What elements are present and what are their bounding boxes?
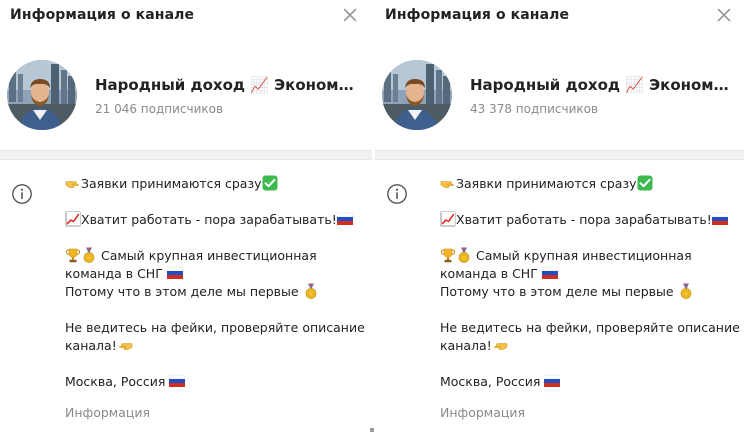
close-button[interactable] (715, 6, 733, 24)
russia-flag-icon (544, 373, 560, 389)
medal-icon (303, 283, 319, 299)
channel-description: Заявки принимаются сразу Хватит работать… (65, 175, 365, 391)
section-divider (0, 150, 372, 160)
russia-flag-icon (542, 265, 558, 281)
pointing-hand-icon (117, 337, 133, 353)
panel-header: Информация о канале (0, 0, 372, 34)
info-icon (12, 184, 32, 204)
description-text: Потому что в этом деле мы первые (65, 284, 299, 299)
section-divider (375, 150, 744, 160)
description-line: Заявки принимаются сразу (65, 175, 365, 193)
pointing-hand-icon (440, 175, 456, 191)
info-icon (387, 184, 407, 204)
description-text: канала! (65, 338, 117, 353)
scroll-indicator (370, 428, 374, 432)
description-text: Не ведитесь на фейки, проверяйте описани… (65, 320, 365, 335)
description-text: команда в СНГ (440, 266, 538, 281)
pointing-hand-icon (65, 175, 81, 191)
trophy-icon (65, 247, 81, 263)
panel-title: Информация о канале (385, 7, 570, 23)
info-caption: Информация (65, 405, 151, 420)
medal-icon (678, 283, 694, 299)
channel-name: Народный доход 📈 Экономич... (95, 76, 363, 94)
description-line: Москва, Россия (65, 373, 365, 391)
description-line: Самый крупная инвестиционная (440, 247, 740, 265)
location-text: Москва, Россия (65, 374, 166, 389)
russia-flag-icon (337, 211, 353, 227)
panel-title: Информация о канале (10, 7, 195, 23)
channel-description: Заявки принимаются сразу Хватит работать… (440, 175, 740, 391)
description-line: Самый крупная инвестиционная (65, 247, 365, 265)
russia-flag-icon (167, 265, 183, 281)
close-button[interactable] (341, 6, 359, 24)
close-icon (343, 8, 357, 22)
channel-profile: Народный доход 📈 Экономич... 43 378 подп… (375, 56, 744, 136)
check-mark-icon (637, 175, 653, 191)
description-line: Москва, Россия (440, 373, 740, 391)
description-line: канала! (65, 337, 365, 355)
description-text: Не ведитесь на фейки, проверяйте описани… (440, 320, 740, 335)
description-text: Хватит работать - пора зарабатывать! (81, 212, 337, 227)
chart-up-icon (65, 211, 81, 227)
description-text: Самый крупная инвестиционная (100, 248, 317, 263)
russia-flag-icon (169, 373, 185, 389)
channel-info-panel-right: Информация о канале Народный доход 📈 Эко… (375, 0, 744, 447)
description-text: канала! (440, 338, 492, 353)
russia-flag-icon (712, 211, 728, 227)
avatar[interactable] (382, 60, 452, 130)
description-text: команда в СНГ (65, 266, 163, 281)
subscriber-count: 43 378 подписчиков (470, 102, 599, 116)
trophy-icon (440, 247, 456, 263)
location-text: Москва, Россия (440, 374, 541, 389)
close-icon (717, 8, 731, 22)
panel-header: Информация о канале (375, 0, 744, 34)
check-mark-icon (262, 175, 278, 191)
pointing-hand-icon (492, 337, 508, 353)
channel-profile: Народный доход 📈 Экономич... 21 046 подп… (0, 56, 372, 136)
description-line: Потому что в этом деле мы первые (65, 283, 365, 301)
subscriber-count: 21 046 подписчиков (95, 102, 224, 116)
chart-up-icon (440, 211, 456, 227)
medal-icon (81, 247, 97, 263)
medal-icon (456, 247, 472, 263)
description-line: команда в СНГ (65, 265, 365, 283)
description-text: Хватит работать - пора зарабатывать! (456, 212, 712, 227)
channel-name: Народный доход 📈 Экономич... (470, 76, 738, 94)
description-line: Хватит работать - пора зарабатывать! (440, 211, 740, 229)
info-caption: Информация (440, 405, 526, 420)
description-line: Не ведитесь на фейки, проверяйте описани… (440, 319, 740, 337)
description-line: Потому что в этом деле мы первые (440, 283, 740, 301)
description-text: Самый крупная инвестиционная (475, 248, 692, 263)
description-text: Заявки принимаются сразу (81, 176, 262, 191)
description-line: команда в СНГ (440, 265, 740, 283)
description-line: Не ведитесь на фейки, проверяйте описани… (65, 319, 365, 337)
description-line: Хватит работать - пора зарабатывать! (65, 211, 365, 229)
description-line: Заявки принимаются сразу (440, 175, 740, 193)
channel-info-panel-left: Информация о канале Народный доход 📈 Эко… (0, 0, 372, 447)
description-text: Потому что в этом деле мы первые (440, 284, 674, 299)
avatar[interactable] (7, 60, 77, 130)
description-text: Заявки принимаются сразу (456, 176, 637, 191)
description-line: канала! (440, 337, 740, 355)
